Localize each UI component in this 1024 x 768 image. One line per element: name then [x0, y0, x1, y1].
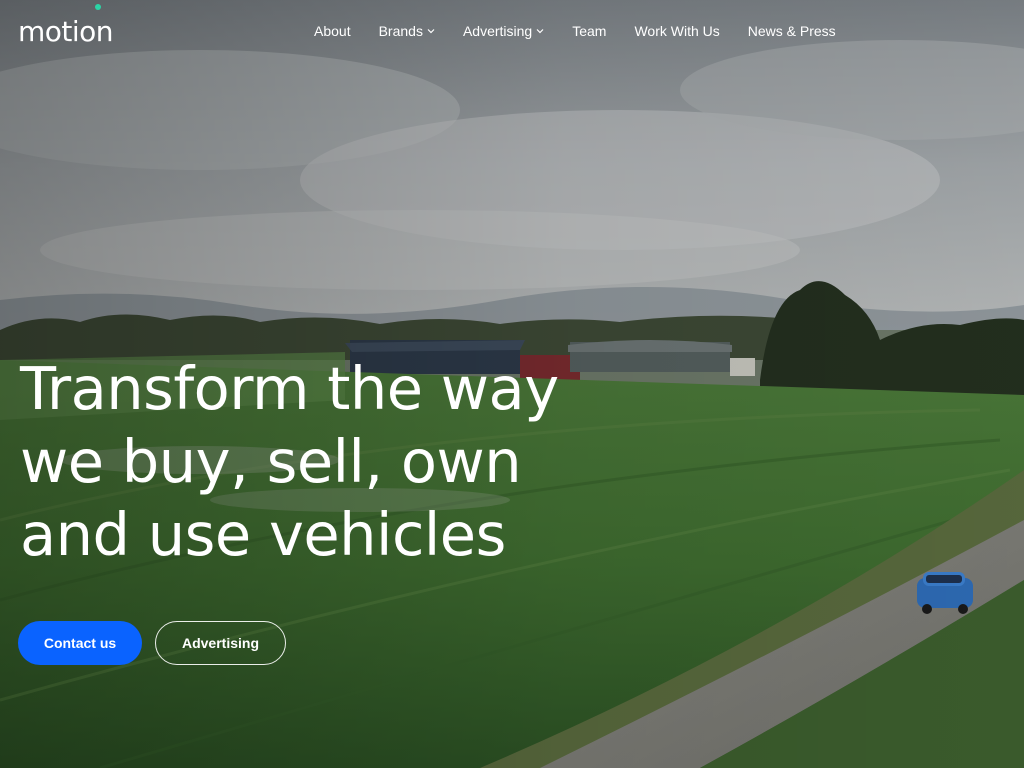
site-header: motion About Brands Advertising Team Wor… — [0, 0, 1024, 62]
hero-section: motion About Brands Advertising Team Wor… — [0, 0, 1024, 768]
nav-label: News & Press — [747, 23, 836, 39]
nav-label: Brands — [378, 23, 423, 39]
nav-item-work-with-us[interactable]: Work With Us — [634, 23, 719, 39]
nav-item-about[interactable]: About — [314, 23, 351, 39]
main-nav: About Brands Advertising Team Work With … — [314, 20, 836, 42]
nav-item-team[interactable]: Team — [572, 23, 606, 39]
nav-item-advertising[interactable]: Advertising — [463, 23, 544, 39]
advertising-button[interactable]: Advertising — [155, 621, 286, 665]
nav-label: Team — [572, 23, 607, 39]
nav-item-brands[interactable]: Brands — [379, 23, 435, 39]
hero-cta-group: Contact us Advertising — [18, 621, 286, 665]
contact-us-button[interactable]: Contact us — [18, 621, 142, 665]
chevron-down-icon — [427, 29, 435, 34]
headline-line: Transform the way — [20, 354, 559, 423]
logo-wordmark: motion — [18, 14, 114, 48]
nav-label: About — [314, 23, 351, 39]
chevron-down-icon — [536, 29, 544, 34]
nav-label: Advertising — [462, 23, 533, 39]
hero-headline: Transform the way we buy, sell, own and … — [20, 352, 620, 571]
headline-line: we buy, sell, own — [20, 427, 522, 496]
logo-accent-dot — [95, 4, 101, 10]
nav-label: Work With Us — [634, 23, 720, 39]
nav-item-news-press[interactable]: News & Press — [748, 23, 836, 39]
headline-line: and use vehicles — [20, 500, 506, 569]
motion-logo[interactable]: motion — [18, 14, 114, 48]
